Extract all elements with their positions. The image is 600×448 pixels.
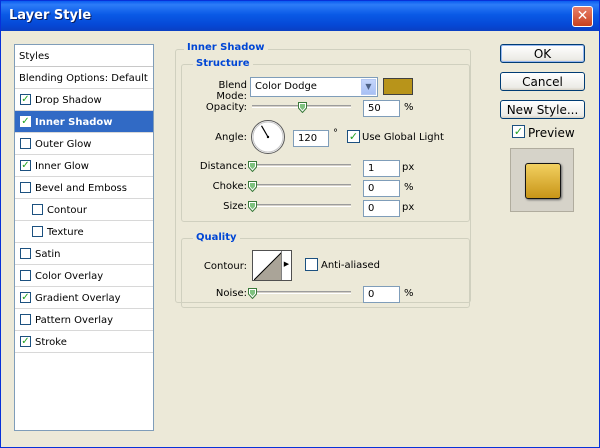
style-item-label: Bevel and Emboss bbox=[35, 183, 127, 194]
style-item-checkbox[interactable] bbox=[20, 270, 31, 281]
use-global-light-checkbox[interactable]: ✓ bbox=[347, 130, 360, 143]
choke-slider-track[interactable] bbox=[252, 184, 351, 187]
quality-title: Quality bbox=[193, 232, 240, 243]
anti-aliased-checkbox[interactable] bbox=[305, 258, 318, 271]
style-item-label: Pattern Overlay bbox=[35, 315, 114, 326]
chevron-down-icon: ▼ bbox=[361, 79, 376, 95]
style-item-label: Color Overlay bbox=[35, 271, 104, 282]
angle-unit: ° bbox=[333, 128, 338, 139]
choke-unit: % bbox=[404, 182, 414, 193]
noise-input[interactable]: 0 bbox=[363, 286, 400, 303]
distance-slider-thumb[interactable] bbox=[248, 161, 257, 172]
styles-list: Styles Blending Options: Default ✓ Drop S… bbox=[14, 44, 154, 431]
style-item-color-overlay[interactable]: Color Overlay bbox=[15, 265, 153, 287]
opacity-input[interactable]: 50 bbox=[363, 100, 400, 117]
style-item-pattern-overlay[interactable]: Pattern Overlay bbox=[15, 309, 153, 331]
ok-button[interactable]: OK bbox=[500, 44, 585, 63]
distance-slider-track[interactable] bbox=[252, 164, 351, 167]
blending-options-item[interactable]: Blending Options: Default bbox=[15, 67, 153, 89]
style-item-checkbox[interactable] bbox=[20, 248, 31, 259]
distance-unit: px bbox=[402, 162, 415, 173]
style-item-label: Texture bbox=[47, 227, 84, 238]
distance-input[interactable]: 1 bbox=[363, 160, 400, 177]
choke-label: Choke: bbox=[212, 181, 247, 192]
style-item-label: Stroke bbox=[35, 337, 67, 348]
inner-shadow-title: Inner Shadow bbox=[184, 42, 268, 53]
preview-swatch bbox=[525, 163, 561, 199]
style-item-label: Outer Glow bbox=[35, 139, 92, 150]
size-label: Size: bbox=[223, 201, 247, 212]
style-item-checkbox[interactable]: ✓ bbox=[20, 292, 31, 303]
size-input[interactable]: 0 bbox=[363, 200, 400, 217]
style-item-checkbox[interactable] bbox=[32, 204, 43, 215]
shadow-color-swatch[interactable] bbox=[383, 78, 413, 95]
cancel-button[interactable]: Cancel bbox=[500, 72, 585, 91]
size-slider-track[interactable] bbox=[252, 204, 351, 207]
dialog-client-area: Styles Blending Options: Default ✓ Drop S… bbox=[4, 31, 596, 445]
style-item-checkbox[interactable] bbox=[20, 138, 31, 149]
style-item-checkbox[interactable]: ✓ bbox=[20, 116, 31, 127]
style-item-drop-shadow[interactable]: ✓ Drop Shadow bbox=[15, 89, 153, 111]
noise-slider-track[interactable] bbox=[252, 291, 351, 294]
angle-dial[interactable] bbox=[250, 119, 286, 155]
opacity-slider-thumb[interactable] bbox=[297, 102, 307, 113]
style-item-bevel-and-emboss[interactable]: Bevel and Emboss bbox=[15, 177, 153, 199]
style-item-label: Inner Glow bbox=[35, 161, 89, 172]
style-item-stroke[interactable]: ✓ Stroke bbox=[15, 331, 153, 353]
size-slider-thumb[interactable] bbox=[248, 201, 257, 212]
close-icon: ✕ bbox=[576, 8, 589, 24]
style-item-label: Inner Shadow bbox=[35, 117, 113, 128]
preview-label: Preview bbox=[528, 126, 575, 140]
style-preview bbox=[510, 148, 574, 212]
noise-slider-thumb[interactable] bbox=[248, 288, 257, 299]
style-item-label: Contour bbox=[47, 205, 87, 216]
style-item-checkbox[interactable]: ✓ bbox=[20, 94, 31, 105]
style-item-checkbox[interactable] bbox=[32, 226, 43, 237]
contour-picker[interactable]: ▶ bbox=[252, 250, 292, 281]
dialog-title: Layer Style bbox=[9, 8, 92, 23]
style-item-checkbox[interactable]: ✓ bbox=[20, 336, 31, 347]
title-bar[interactable]: Layer Style ✕ bbox=[1, 1, 599, 31]
size-unit: px bbox=[402, 202, 415, 213]
contour-dropdown-arrow-icon[interactable]: ▶ bbox=[281, 251, 291, 280]
style-item-gradient-overlay[interactable]: ✓ Gradient Overlay bbox=[15, 287, 153, 309]
structure-title: Structure bbox=[193, 58, 253, 69]
style-item-outer-glow[interactable]: Outer Glow bbox=[15, 133, 153, 155]
noise-label: Noise: bbox=[215, 288, 247, 299]
style-item-checkbox[interactable] bbox=[20, 314, 31, 325]
angle-label: Angle: bbox=[215, 132, 247, 143]
blend-mode-label: Blend Mode: bbox=[216, 80, 247, 102]
angle-input[interactable]: 120 bbox=[293, 130, 329, 147]
layer-style-dialog: Layer Style ✕ Styles Blending Options: D… bbox=[0, 0, 600, 448]
style-item-texture[interactable]: Texture bbox=[15, 221, 153, 243]
style-item-inner-glow[interactable]: ✓ Inner Glow bbox=[15, 155, 153, 177]
use-global-light-label: Use Global Light bbox=[362, 132, 444, 143]
style-item-label: Satin bbox=[35, 249, 61, 260]
choke-input[interactable]: 0 bbox=[363, 180, 400, 197]
blend-mode-value: Color Dodge bbox=[255, 81, 317, 92]
anti-aliased-label: Anti-aliased bbox=[321, 260, 381, 271]
style-item-label: Gradient Overlay bbox=[35, 293, 121, 304]
style-item-satin[interactable]: Satin bbox=[15, 243, 153, 265]
opacity-unit: % bbox=[404, 102, 414, 113]
close-button[interactable]: ✕ bbox=[572, 6, 593, 27]
blend-mode-select[interactable]: Color Dodge ▼ bbox=[250, 77, 378, 97]
style-item-checkbox[interactable] bbox=[20, 182, 31, 193]
styles-header[interactable]: Styles bbox=[15, 45, 153, 67]
style-item-inner-shadow[interactable]: ✓ Inner Shadow bbox=[15, 111, 153, 133]
contour-curve-icon bbox=[254, 252, 282, 280]
style-item-contour[interactable]: Contour bbox=[15, 199, 153, 221]
preview-checkbox[interactable]: ✓ bbox=[512, 125, 525, 138]
distance-label: Distance: bbox=[199, 161, 247, 172]
choke-slider-thumb[interactable] bbox=[248, 181, 257, 192]
opacity-label: Opacity: bbox=[205, 102, 247, 113]
noise-unit: % bbox=[404, 288, 414, 299]
style-item-checkbox[interactable]: ✓ bbox=[20, 160, 31, 171]
contour-label: Contour: bbox=[203, 261, 247, 272]
style-item-label: Drop Shadow bbox=[35, 95, 102, 106]
new-style-button[interactable]: New Style... bbox=[500, 100, 585, 119]
